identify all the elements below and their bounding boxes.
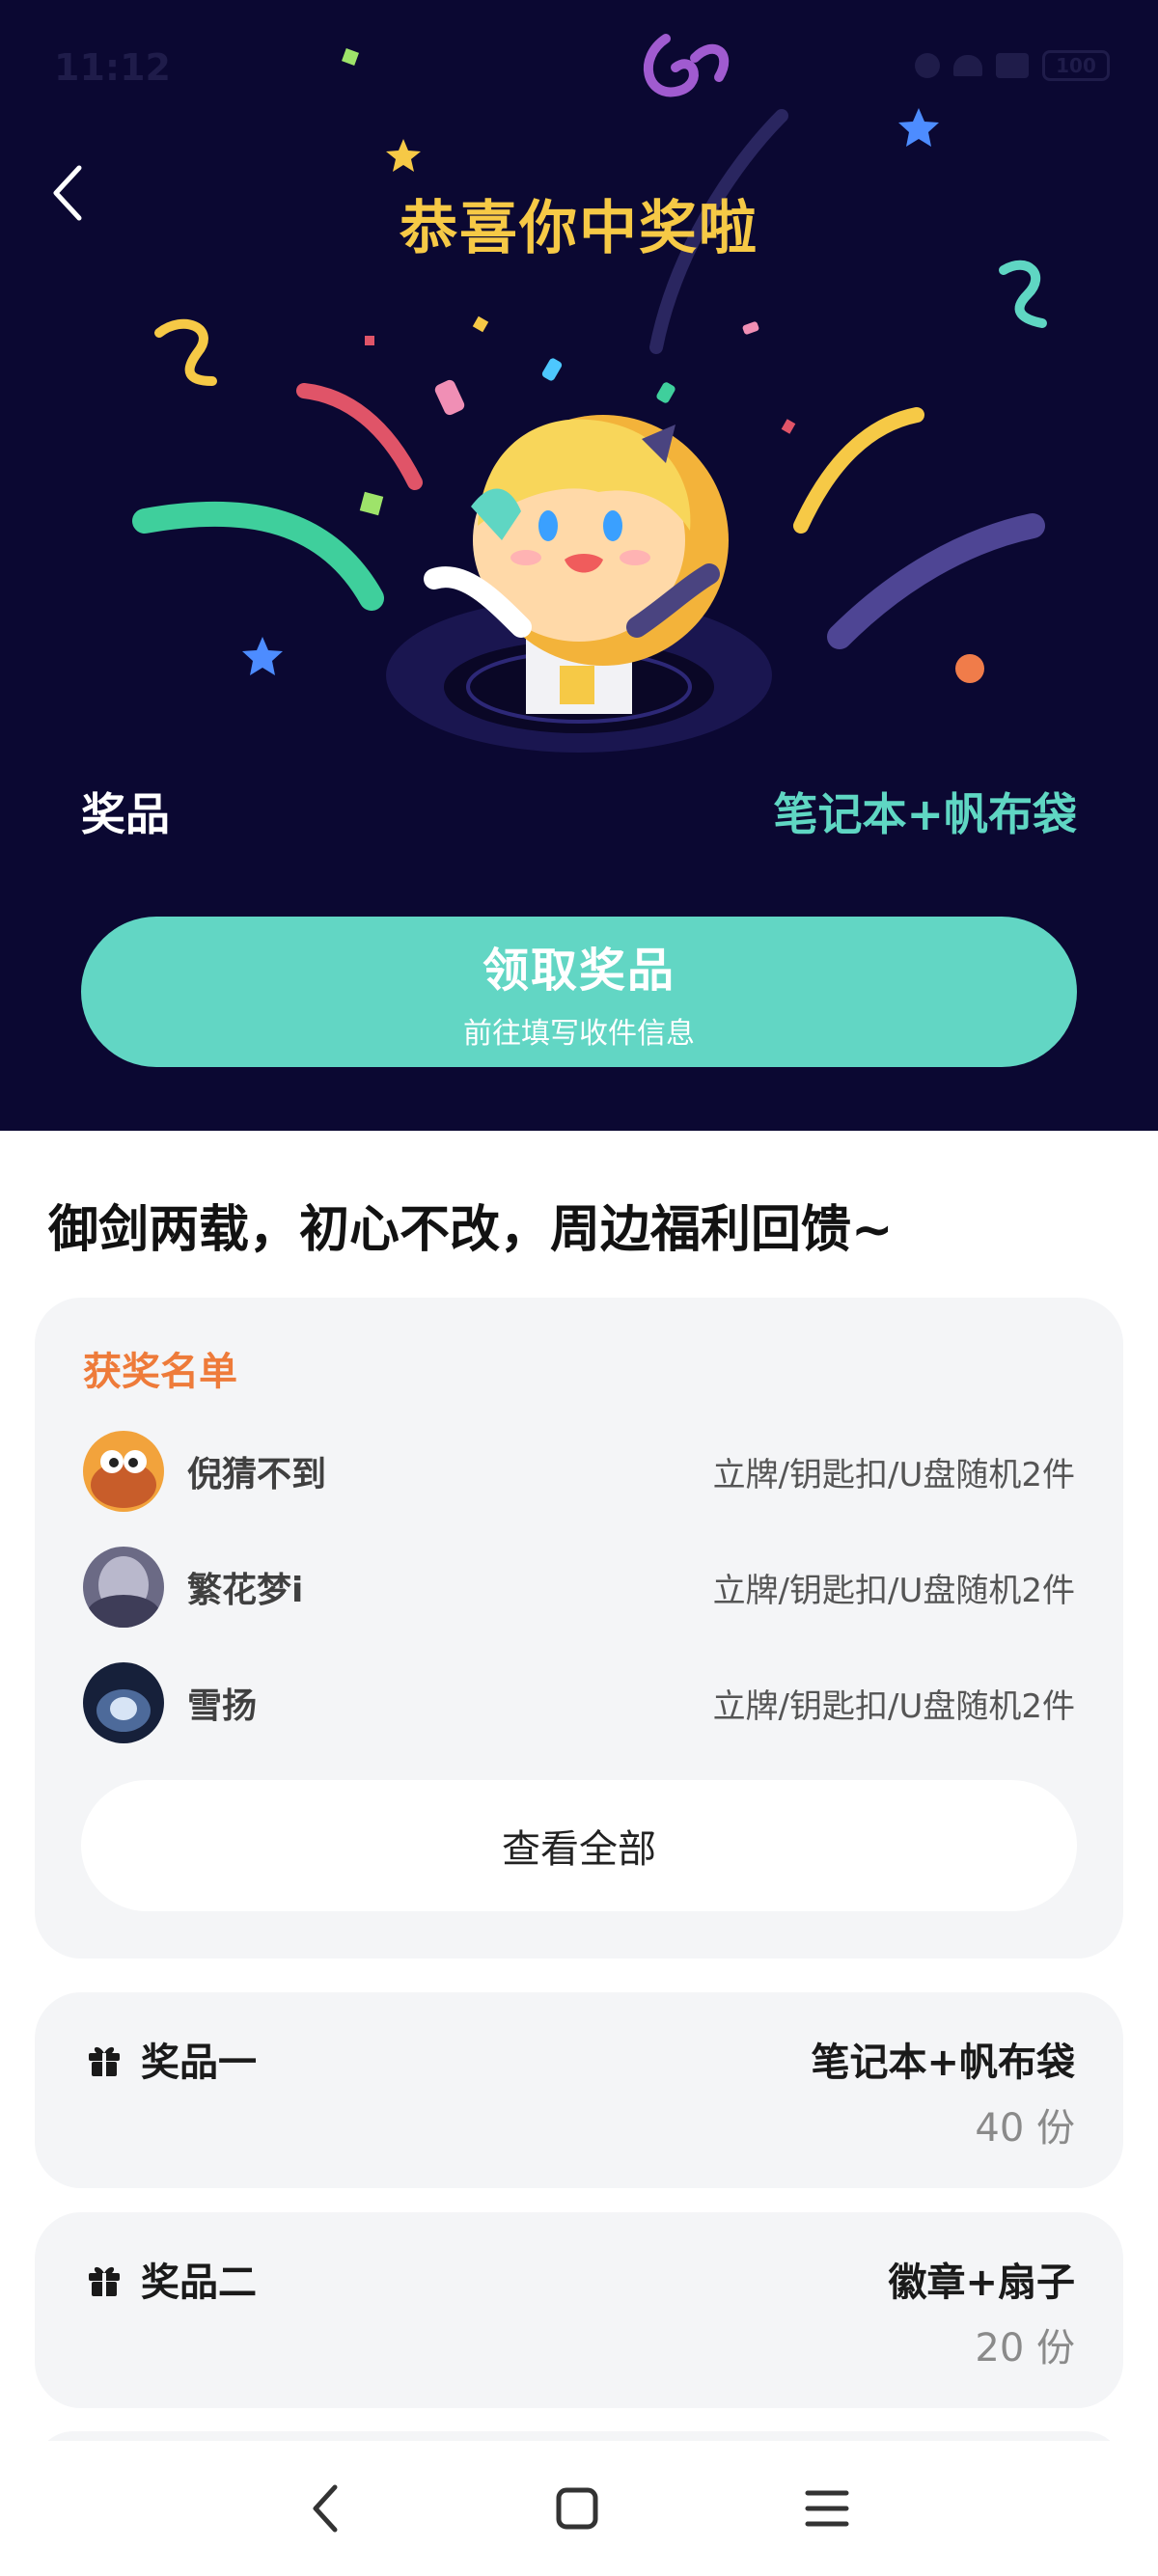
claim-prize-button[interactable]: 领取奖品 前往填写收件信息: [81, 917, 1077, 1067]
gift-icon: [89, 2266, 120, 2296]
prize-name: 奖品二: [141, 2261, 257, 2305]
winners-card: 获奖名单 倪猜不到 立牌/钥匙扣/U盘随机2件 繁花梦i 立牌/钥匙扣/U盘随机…: [35, 1298, 1123, 1959]
winner-row: 繁花梦i 立牌/钥匙扣/U盘随机2件: [83, 1547, 1075, 1628]
wifi-icon: [953, 55, 982, 76]
nav-menu-icon: [805, 2490, 849, 2527]
nav-home-button[interactable]: [534, 2470, 620, 2547]
prize-summary: 奖品 笔记本+帆布袋: [81, 780, 1077, 843]
section-title: 御剑两载，初心不改，周边福利回馈~: [48, 1201, 894, 1259]
winner-name: 繁花梦i: [187, 1571, 304, 1610]
winner-prize: 立牌/钥匙扣/U盘随机2件: [712, 1571, 1075, 1610]
winners-title: 获奖名单: [83, 1350, 237, 1394]
battery-icon: 100: [1042, 50, 1110, 81]
status-bar: 11:12 100: [0, 0, 1158, 135]
view-all-button[interactable]: 查看全部: [81, 1780, 1077, 1911]
nav-back-button[interactable]: [282, 2470, 369, 2547]
system-nav-bar: [0, 2441, 1158, 2576]
prize-card: 奖品一 笔记本+帆布袋 40 份: [35, 1992, 1123, 2188]
signal-icon: [996, 53, 1029, 78]
claim-button-sublabel: 前往填写收件信息: [463, 1017, 695, 1051]
avatar: [83, 1547, 164, 1628]
prize-label: 奖品: [81, 788, 170, 840]
gift-icon: [89, 2046, 120, 2076]
claim-button-label: 领取奖品: [482, 944, 676, 998]
winner-prize: 立牌/钥匙扣/U盘随机2件: [712, 1455, 1075, 1494]
battery-level: 100: [1056, 54, 1096, 77]
prize-quantity: 40 份: [975, 2106, 1075, 2151]
winner-name: 雪扬: [187, 1686, 258, 1726]
avatar: [83, 1662, 164, 1743]
hero-banner: 11:12 100 恭喜你中奖啦 奖品 笔记本+帆布袋 领取奖品 前往填写收件信…: [0, 0, 1158, 1131]
prize-card: 奖品二 徽章+扇子 20 份: [35, 2212, 1123, 2408]
prize-item: 徽章+扇子: [888, 2261, 1075, 2305]
winner-prize: 立牌/钥匙扣/U盘随机2件: [712, 1686, 1075, 1726]
prize-header: 奖品一: [85, 2031, 257, 2087]
avatar: [83, 1431, 164, 1512]
status-time: 11:12: [54, 46, 171, 89]
nav-home-icon: [556, 2487, 598, 2530]
winner-row: 倪猜不到 立牌/钥匙扣/U盘随机2件: [83, 1431, 1075, 1512]
nav-menu-button[interactable]: [784, 2470, 870, 2547]
winner-row: 雪扬 立牌/钥匙扣/U盘随机2件: [83, 1662, 1075, 1743]
prize-quantity: 20 份: [975, 2326, 1075, 2370]
status-icons: 100: [915, 50, 1110, 81]
prize-value: 笔记本+帆布袋: [773, 788, 1077, 840]
alarm-icon: [915, 53, 940, 78]
winner-name: 倪猜不到: [187, 1455, 327, 1494]
prize-item: 笔记本+帆布袋: [811, 2041, 1075, 2085]
prize-name: 奖品一: [141, 2041, 257, 2085]
nav-back-icon: [313, 2484, 338, 2533]
prize-header: 奖品二: [85, 2251, 257, 2307]
page-title: 恭喜你中奖啦: [400, 195, 758, 262]
